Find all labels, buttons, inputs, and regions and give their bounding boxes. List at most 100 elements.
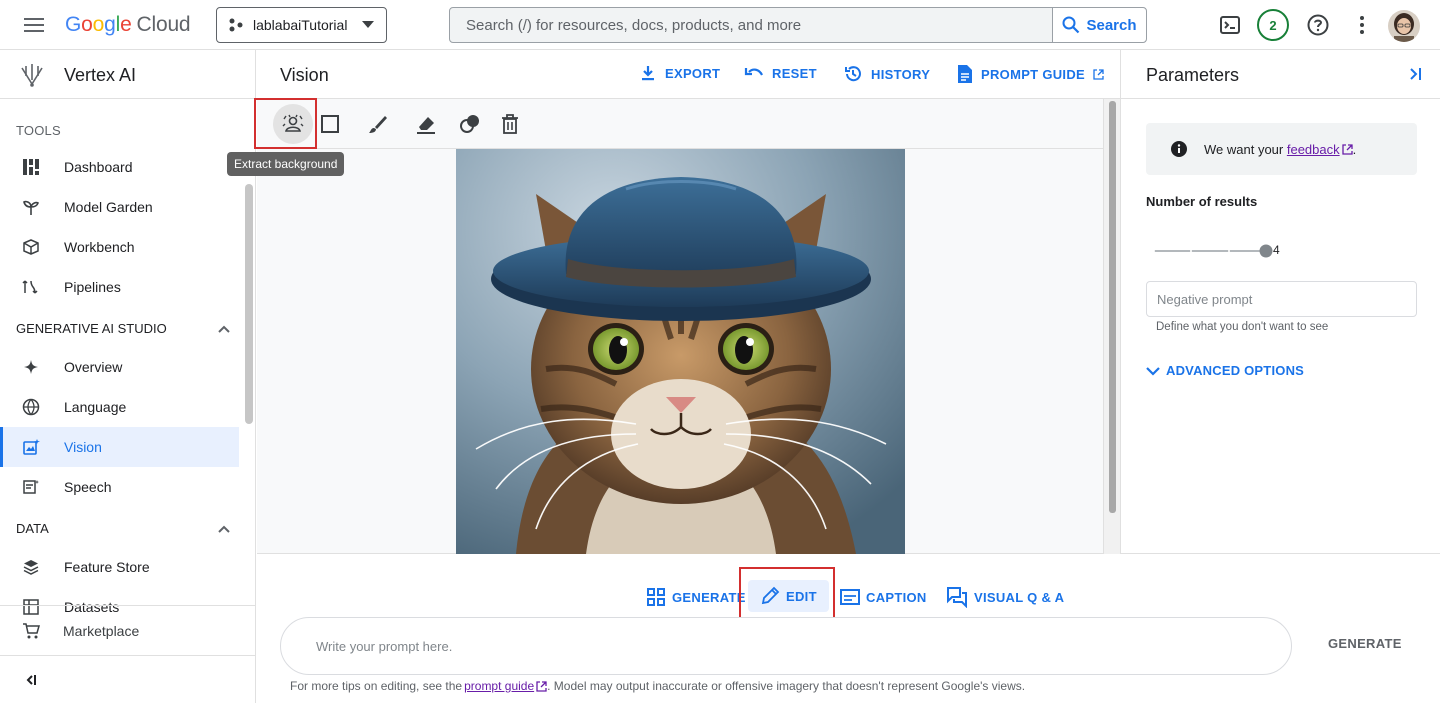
logo-letter: e [120, 13, 132, 36]
tab-visual-qa-label: VISUAL Q & A [974, 589, 1065, 605]
generated-image-cat[interactable] [456, 149, 905, 554]
tooltip: Extract background [227, 152, 345, 176]
collapse-left-icon [25, 674, 37, 686]
sparkle-icon [22, 358, 40, 376]
genai-section-toggle[interactable]: GENERATIVE AI STUDIO [16, 321, 230, 336]
open-in-new-icon [536, 680, 547, 692]
logo-cloud-text: Cloud [136, 13, 191, 36]
history-icon [845, 66, 861, 82]
reset-label: RESET [772, 65, 817, 81]
feedback-link[interactable]: feedback [1287, 142, 1340, 157]
footnote: For more tips on editing, see the prompt… [290, 679, 1025, 693]
feedback-banner: We want your feedback . [1146, 123, 1417, 175]
number-of-results-value: 4 [1273, 243, 1280, 257]
prompt-area: GENERATE EDIT CAPTION VISUAL Q & A GENER… [257, 554, 1440, 703]
sidebar-scrollbar[interactable] [245, 184, 253, 424]
info-icon [1171, 141, 1187, 157]
reset-button[interactable]: RESET [744, 64, 817, 82]
project-selector[interactable]: lablabaiTutorial [216, 7, 387, 43]
product-name: Vertex AI [64, 65, 137, 85]
sidebar-item-vision[interactable]: Vision [0, 427, 239, 467]
more-vert-icon[interactable] [1350, 13, 1374, 37]
sidebar: Vertex AI TOOLS Dashboard Model Garden W… [0, 50, 256, 703]
footnote-text-end: . Model may output inaccurate or offensi… [547, 679, 1026, 693]
notifications-count: 2 [1269, 17, 1277, 33]
highlight-box [739, 567, 835, 619]
tab-generate-label: GENERATE [672, 589, 746, 605]
parameters-title: Parameters [1146, 65, 1240, 85]
language-icon [22, 398, 40, 416]
model-garden-icon [22, 198, 40, 216]
data-section-toggle[interactable]: DATA [16, 521, 230, 536]
sidebar-item-language[interactable]: Language [0, 387, 239, 427]
negative-prompt-input[interactable] [1146, 281, 1417, 317]
project-icon [229, 18, 243, 32]
feedback-suffix: . [1352, 141, 1357, 157]
avatar[interactable] [1388, 10, 1420, 42]
brush-button[interactable] [358, 108, 398, 140]
sidebar-item-label: Workbench [64, 239, 135, 255]
logo-letter: G [65, 13, 82, 36]
vision-icon [22, 438, 40, 456]
sidebar-item-pipelines[interactable]: Pipelines [0, 267, 239, 307]
feedback-text: We want your [1204, 141, 1287, 157]
advanced-options-toggle[interactable]: ADVANCED OPTIONS [1146, 363, 1304, 378]
search-bar: Search [449, 7, 1147, 43]
chevron-down-icon [1146, 366, 1160, 376]
sidebar-item-model-garden[interactable]: Model Garden [0, 187, 239, 227]
sidebar-item-dashboard[interactable]: Dashboard [0, 147, 239, 187]
invert-mask-icon [460, 115, 479, 133]
help-icon[interactable] [1306, 13, 1330, 37]
eraser-icon [417, 117, 435, 134]
search-button[interactable]: Search [1052, 8, 1146, 42]
history-label: HISTORY [871, 66, 931, 82]
sidebar-item-label: Overview [64, 359, 123, 375]
export-button[interactable]: EXPORT [639, 64, 720, 82]
canvas-scrollbar[interactable] [1103, 99, 1120, 554]
dashboard-icon [22, 158, 40, 176]
generate-button[interactable]: GENERATE [1328, 636, 1402, 651]
sidebar-item-label: Language [64, 399, 127, 415]
invert-mask-button[interactable] [450, 108, 490, 140]
negative-prompt-hint: Define what you don't want to see [1156, 321, 1329, 333]
caret-down-icon [362, 21, 374, 28]
sidebar-item-label: Dashboard [64, 159, 133, 175]
google-cloud-logo[interactable]: Google Cloud [65, 13, 191, 37]
sidebar-item-label: Pipelines [64, 279, 121, 295]
tab-caption[interactable]: CAPTION [840, 586, 927, 608]
collapse-panel-icon[interactable] [1408, 67, 1422, 81]
sidebar-item-overview[interactable]: Overview [0, 347, 239, 387]
sidebar-item-speech[interactable]: Speech [0, 467, 239, 507]
box-select-icon [321, 115, 339, 133]
sidebar-item-workbench[interactable]: Workbench [0, 227, 239, 267]
undo-icon [744, 68, 763, 76]
open-in-new-icon [1093, 68, 1104, 80]
sidebar-item-label: Model Garden [64, 199, 153, 215]
search-input[interactable] [450, 8, 1052, 42]
sidebar-item-feature-store[interactable]: Feature Store [0, 547, 239, 587]
prompt-guide-footnote-link[interactable]: prompt guide [464, 679, 534, 693]
history-button[interactable]: HISTORY [843, 64, 930, 84]
canvas-scrollbar-thumb[interactable] [1109, 101, 1116, 513]
chevron-up-icon [218, 325, 230, 333]
sidebar-item-marketplace[interactable]: Marketplace [0, 605, 256, 655]
notifications-badge[interactable]: 2 [1257, 9, 1289, 41]
forum-icon [947, 587, 967, 608]
edit-toolbar: Extract background [227, 98, 1103, 176]
data-section-label: DATA [16, 521, 49, 536]
sidebar-item-label: Feature Store [64, 559, 150, 575]
eraser-button[interactable] [406, 108, 446, 140]
prompt-guide-link[interactable]: PROMPT GUIDE [957, 64, 1104, 84]
collapse-sidebar-button[interactable] [0, 655, 256, 703]
workbench-icon [22, 238, 40, 256]
tab-generate[interactable]: GENERATE [646, 586, 746, 608]
tooltip-text: Extract background [234, 157, 338, 171]
prompt-input[interactable] [280, 617, 1292, 675]
cloud-shell-icon[interactable] [1218, 13, 1242, 37]
tab-visual-qa[interactable]: VISUAL Q & A [946, 586, 1064, 608]
sidebar-item-label: Speech [64, 479, 112, 495]
delete-mask-button[interactable] [490, 108, 530, 140]
menu-icon[interactable] [22, 14, 46, 36]
genai-section-label: GENERATIVE AI STUDIO [16, 321, 167, 336]
nav-list: TOOLS Dashboard Model Garden Workbench P… [0, 99, 256, 655]
